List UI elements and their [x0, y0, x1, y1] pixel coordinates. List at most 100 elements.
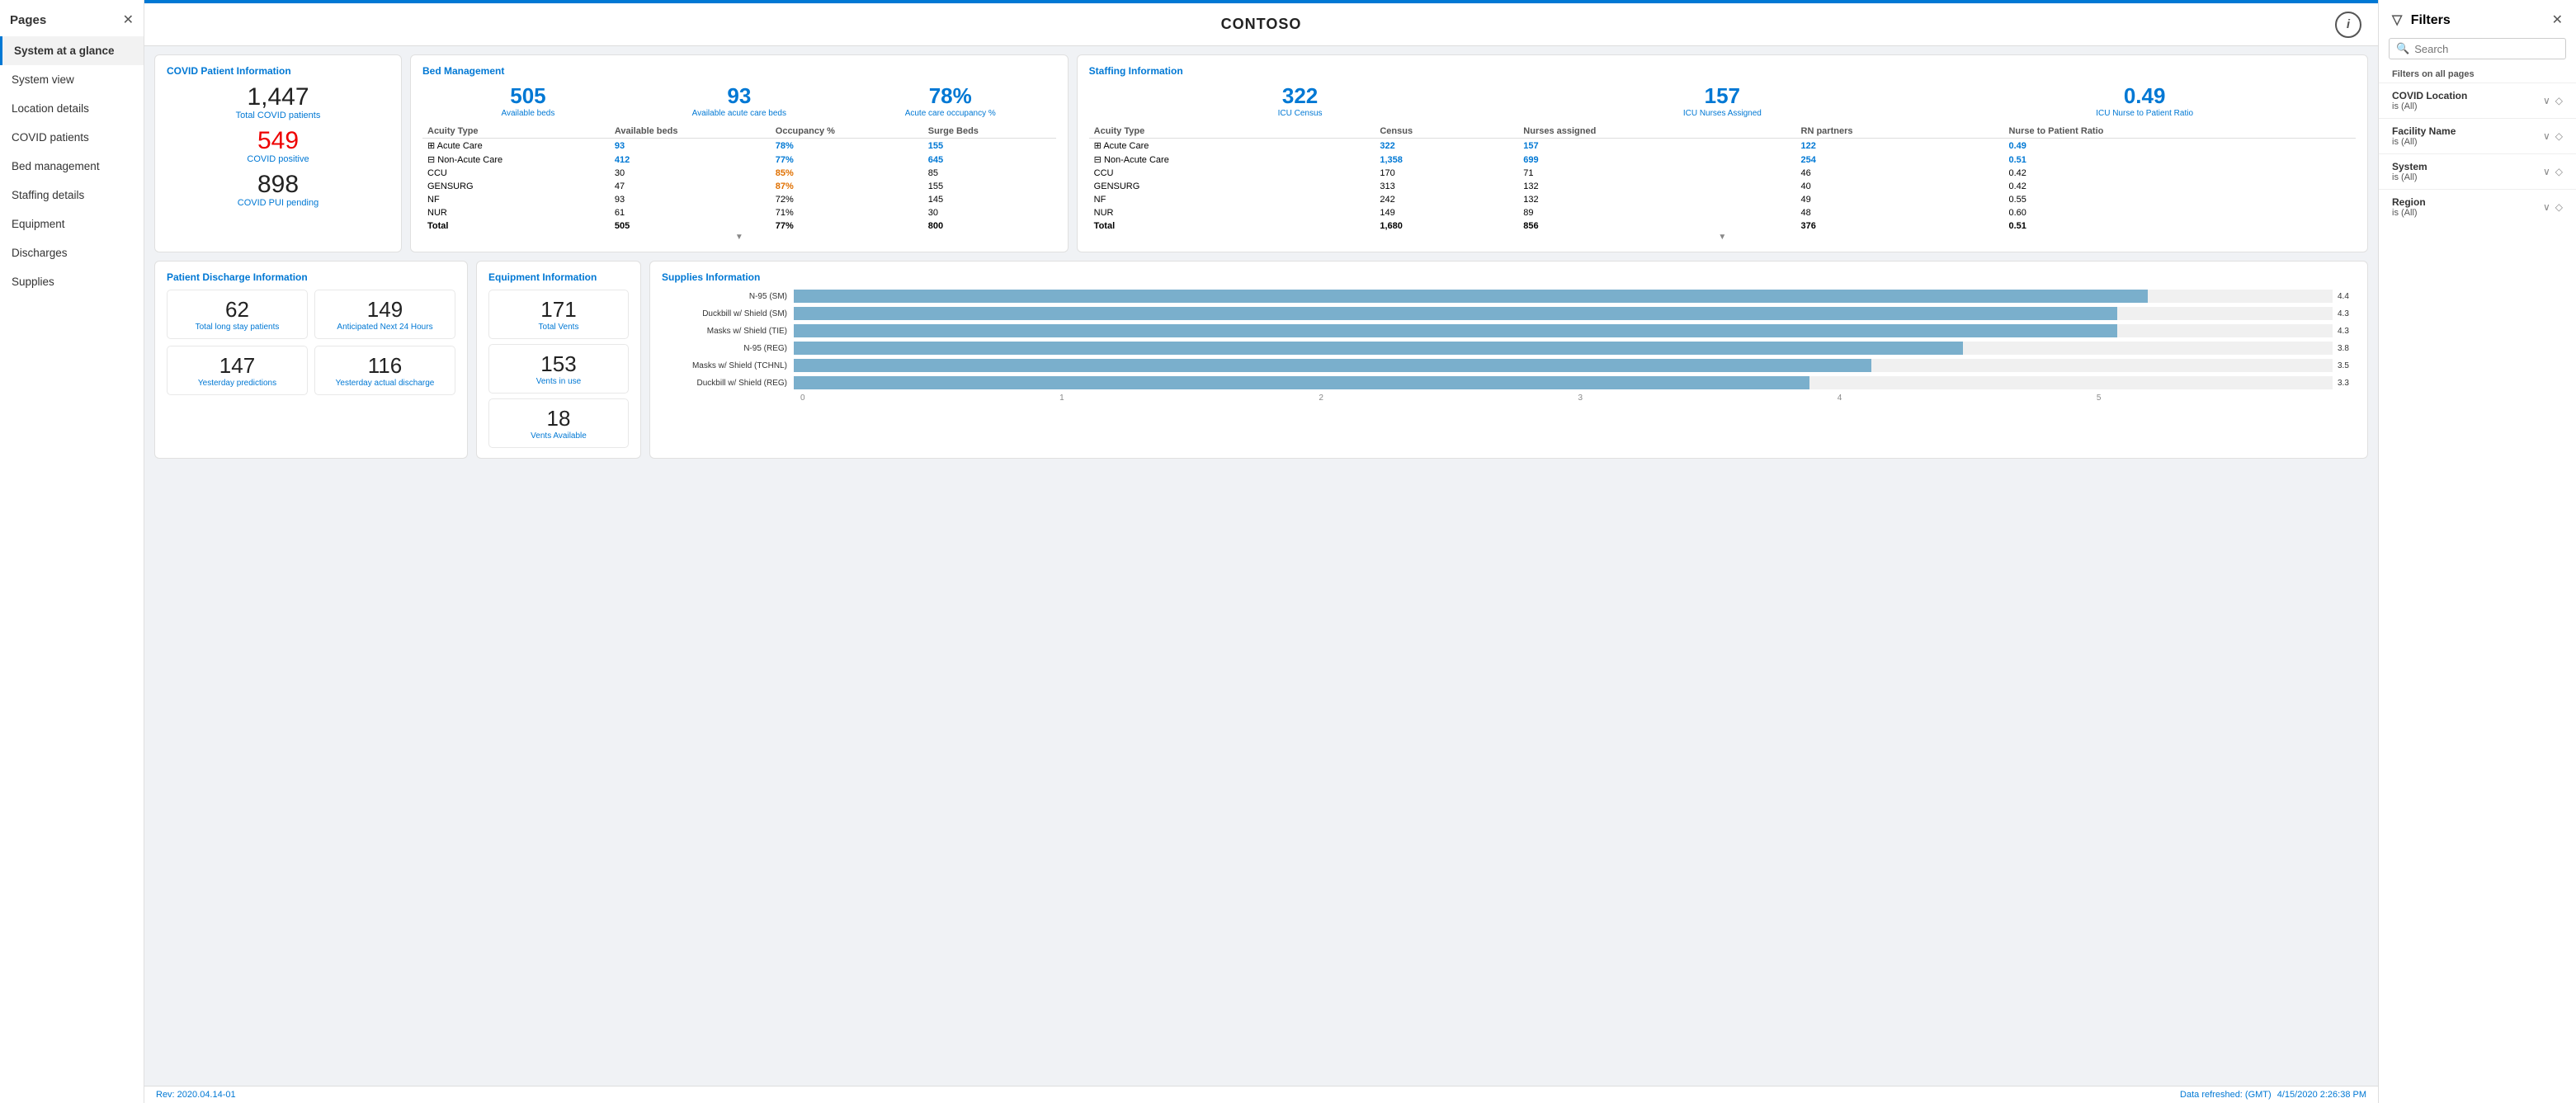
sidebar-item-bed-management[interactable]: Bed management — [0, 152, 144, 181]
discharge-stats-grid: 62 Total long stay patients 149 Anticipa… — [167, 290, 455, 395]
search-input[interactable] — [2414, 43, 2559, 55]
covid-positive-num: 549 — [167, 127, 389, 154]
sidebar: Pages ✕ System at a glanceSystem viewLoc… — [0, 0, 144, 1103]
covid-pui-num: 898 — [167, 171, 389, 198]
bed-col-type: Acuity Type — [422, 125, 610, 139]
discharge-card: Patient Discharge Information 62 Total l… — [154, 261, 468, 459]
yesterday-actual-label: Yesterday actual discharge — [322, 379, 448, 388]
yesterday-actual-stat: 116 Yesterday actual discharge — [314, 346, 455, 395]
sidebar-item-covid-patients[interactable]: COVID patients — [0, 123, 144, 152]
icu-census-label: ICU Census — [1089, 109, 1512, 118]
table-row: ⊟ Non-Acute Care 412 77% 645 — [422, 153, 1056, 167]
icu-ratio-num: 0.49 — [1933, 83, 2356, 109]
filter-expand-button[interactable]: ∨ — [2543, 130, 2550, 142]
vents-in-use-stat: 153 Vents in use — [488, 344, 629, 394]
row-1: COVID Patient Information 1,447 Total CO… — [154, 54, 2368, 252]
sidebar-item-system-at-a-glance[interactable]: System at a glance — [0, 36, 144, 65]
info-button[interactable]: i — [2335, 12, 2361, 38]
supplies-bar-chart: N-95 (SM) 4.4Duckbill w/ Shield (SM) 4.3… — [662, 290, 2356, 389]
filters-panel: ▽ Filters ✕ 🔍 Filters on all pages COVID… — [2378, 0, 2576, 1103]
bar-row: Masks w/ Shield (TCHNL) 3.5 — [662, 359, 2356, 372]
yesterday-actual-num: 116 — [322, 353, 448, 379]
sidebar-item-system-view[interactable]: System view — [0, 65, 144, 94]
sidebar-close-button[interactable]: ✕ — [123, 12, 134, 28]
icu-nurses-stat: 157 ICU Nurses Assigned — [1511, 83, 1933, 118]
dashboard: COVID Patient Information 1,447 Total CO… — [144, 46, 2378, 1086]
table-row: ⊞ Acute Care 93 78% 155 — [422, 139, 1056, 153]
table-row-total: Total 505 77% 800 — [422, 219, 1056, 233]
covid-positive-stat: 549 COVID positive — [167, 127, 389, 164]
filter-icon: ▽ — [2392, 13, 2402, 27]
anticipated-label: Anticipated Next 24 Hours — [322, 323, 448, 332]
footer-rev: Rev: 2020.04.14-01 — [156, 1090, 236, 1100]
icu-nurses-label: ICU Nurses Assigned — [1511, 109, 1933, 118]
covid-card-title: COVID Patient Information — [167, 65, 389, 77]
filters-title: Filters — [2411, 13, 2451, 27]
table-row: GENSURG 47 87% 155 — [422, 180, 1056, 193]
bed-col-surge: Surge Beds — [923, 125, 1056, 139]
staff-col-rn: RN partners — [1796, 125, 2004, 139]
icu-census-num: 322 — [1089, 83, 1512, 109]
occupancy-stat: 78% Acute care occupancy % — [845, 83, 1056, 118]
long-stay-stat: 62 Total long stay patients — [167, 290, 308, 339]
app-title: CONTOSO — [1221, 16, 1302, 33]
filter-expand-button[interactable]: ∨ — [2543, 95, 2550, 106]
sidebar-item-location-details[interactable]: Location details — [0, 94, 144, 123]
table-row: NF 242 132 49 0.55 — [1089, 193, 2356, 206]
filter-clear-button[interactable]: ◇ — [2555, 166, 2563, 177]
table-row: NUR 61 71% 30 — [422, 206, 1056, 219]
discharge-card-title: Patient Discharge Information — [167, 271, 455, 283]
bed-col-available: Available beds — [610, 125, 771, 139]
covid-pui-stat: 898 COVID PUI pending — [167, 171, 389, 208]
filter-clear-button[interactable]: ◇ — [2555, 130, 2563, 142]
sidebar-item-equipment[interactable]: Equipment — [0, 210, 144, 238]
sidebar-item-discharges[interactable]: Discharges — [0, 238, 144, 267]
sidebar-nav: System at a glanceSystem viewLocation de… — [0, 36, 144, 296]
staffing-table-scroll-down[interactable]: ▼ — [1089, 233, 2356, 242]
filters-close-button[interactable]: ✕ — [2552, 12, 2563, 28]
table-row: ⊟ Non-Acute Care 1,358 699 254 0.51 — [1089, 153, 2356, 167]
available-beds-num: 505 — [422, 83, 634, 109]
covid-patient-card: COVID Patient Information 1,447 Total CO… — [154, 54, 402, 252]
bar-row: Duckbill w/ Shield (REG) 3.3 — [662, 376, 2356, 389]
filter-clear-button[interactable]: ◇ — [2555, 201, 2563, 213]
staffing-card: Staffing Information 322 ICU Census 157 … — [1077, 54, 2368, 252]
vents-in-use-label: Vents in use — [496, 377, 621, 386]
sidebar-header: Pages ✕ — [0, 0, 144, 36]
filter-expand-button[interactable]: ∨ — [2543, 201, 2550, 213]
filters-header: ▽ Filters ✕ — [2379, 0, 2576, 35]
yesterday-predictions-label: Yesterday predictions — [174, 379, 300, 388]
filter-item: Facility Name is (All) ∨ ◇ — [2379, 118, 2576, 153]
icu-ratio-stat: 0.49 ICU Nurse to Patient Ratio — [1933, 83, 2356, 118]
table-row: GENSURG 313 132 40 0.42 — [1089, 180, 2356, 193]
equipment-card-title: Equipment Information — [488, 271, 629, 283]
sidebar-title: Pages — [10, 13, 46, 27]
covid-total-num: 1,447 — [167, 83, 389, 111]
filter-clear-button[interactable]: ◇ — [2555, 95, 2563, 106]
staffing-table: Acuity Type Census Nurses assigned RN pa… — [1089, 125, 2356, 233]
table-row: CCU 170 71 46 0.42 — [1089, 167, 2356, 180]
footer-refresh: Data refreshed: (GMT) 4/15/2020 2:26:38 … — [2180, 1090, 2366, 1100]
vents-in-use-num: 153 — [496, 351, 621, 377]
occupancy-label: Acute care occupancy % — [845, 109, 1056, 118]
bar-axis: 012345 — [800, 394, 2356, 403]
sidebar-item-staffing-details[interactable]: Staffing details — [0, 181, 144, 210]
staff-col-nurses: Nurses assigned — [1518, 125, 1795, 139]
vents-available-stat: 18 Vents Available — [488, 398, 629, 448]
row-2: Patient Discharge Information 62 Total l… — [154, 261, 2368, 459]
filter-item: COVID Location is (All) ∨ ◇ — [2379, 82, 2576, 118]
filter-expand-button[interactable]: ∨ — [2543, 166, 2550, 177]
vents-available-label: Vents Available — [496, 431, 621, 441]
yesterday-predictions-stat: 147 Yesterday predictions — [167, 346, 308, 395]
staffing-table-container: Acuity Type Census Nurses assigned RN pa… — [1089, 125, 2356, 233]
filters-search-box[interactable]: 🔍 — [2389, 38, 2566, 59]
bed-management-card: Bed Management 505 Available beds 93 Ava… — [410, 54, 1069, 252]
covid-total-stat: 1,447 Total COVID patients — [167, 83, 389, 120]
staff-col-ratio: Nurse to Patient Ratio — [2003, 125, 2356, 139]
bed-table-scroll-down[interactable]: ▼ — [422, 233, 1056, 242]
sidebar-item-supplies[interactable]: Supplies — [0, 267, 144, 296]
table-row: NUR 149 89 48 0.60 — [1089, 206, 2356, 219]
bar-row: Masks w/ Shield (TIE) 4.3 — [662, 324, 2356, 337]
long-stay-label: Total long stay patients — [174, 323, 300, 332]
search-icon: 🔍 — [2396, 42, 2409, 55]
